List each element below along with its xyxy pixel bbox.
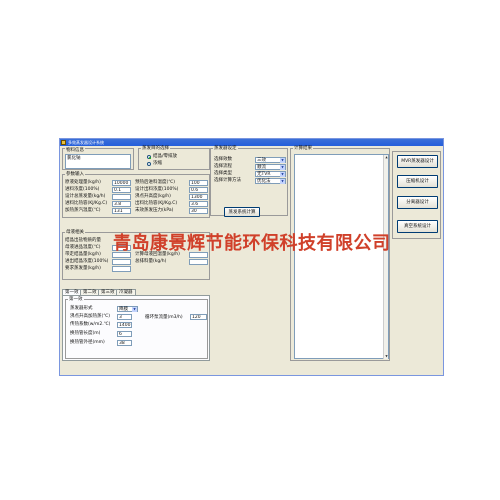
param-right-label: 设计出料浓度(100%) <box>135 187 179 192</box>
type-label: 选择类型 <box>214 171 232 176</box>
crystal-left-label: 进出结晶浓度(100%) <box>65 259 109 264</box>
param-right-input[interactable]: 0.6 <box>189 187 208 193</box>
effect1-row-label: 换热管外径(mm) <box>70 340 105 345</box>
material-value: 氯化钠 <box>67 156 81 161</box>
purpose-group: 蒸发目的选择 结晶/零排放 浓缩 <box>138 146 210 170</box>
param-right-label: 预热后进料温度(℃) <box>135 180 176 185</box>
effect1-row-label: 传热系数(w/m2.℃) <box>70 322 111 327</box>
material-group: 物料信息 氯化钠 <box>62 148 134 170</box>
effect1-row-input[interactable]: 1400 <box>117 322 132 328</box>
effect-count-label: 选择效数 <box>214 157 232 162</box>
purpose-group-label: 蒸发目的选择 <box>141 146 170 152</box>
param-left-input[interactable]: 3.8 <box>112 201 131 207</box>
flow-label: 选择流程 <box>214 164 232 169</box>
param-left-input[interactable]: 10000 <box>112 180 131 186</box>
compressor-design-button[interactable]: 压缩机设计 <box>397 175 438 188</box>
crystal-left-input[interactable] <box>112 266 131 272</box>
param-left-label: 加热蒸汽温度(℃) <box>65 208 101 213</box>
evaporator-form-label: 蒸发器形式 <box>70 306 93 311</box>
company-watermark: 青岛康景辉节能环保科技有限公司 <box>113 233 391 254</box>
vacuum-design-button[interactable]: 真空系统设计 <box>397 220 438 233</box>
param-right-input[interactable]: 100 <box>189 180 208 186</box>
param-left-input[interactable]: 0.1 <box>112 187 131 193</box>
type-select[interactable]: 无TVR ▼ <box>255 171 286 177</box>
effect1-group-label: 第一效 <box>68 297 84 303</box>
crystal-left-label: 结晶出盐物质的量 <box>65 238 101 243</box>
evaporator-settings-group: 蒸发器设定 选择效数 三效 ▼ 选择流程 顺流 ▼ 选择类型 无TVR ▼ 选择计算方… <box>210 146 288 217</box>
results-listbox[interactable]: ▲ ▼ <box>294 154 389 359</box>
scroll-down-icon[interactable]: ▼ <box>384 354 389 359</box>
effect1-row-label: 换热管长度(m) <box>70 331 101 336</box>
method-select[interactable]: 优化法 ▼ <box>255 178 286 184</box>
effect1-row-label: 沸点升高加热蒸(℃) <box>70 314 111 319</box>
crystal-left-label: 要求蒸发量(kg/h) <box>65 266 101 271</box>
param-right-input[interactable]: 1300 <box>189 194 208 200</box>
param-left-label: 进料浓度(100%) <box>65 187 100 192</box>
param-right-input[interactable]: 30 <box>189 208 208 214</box>
crystal-group-label: 母液相关 <box>65 230 85 236</box>
mvr-design-button[interactable]: MVR蒸发器设计 <box>397 155 438 168</box>
circulation-pump-input[interactable]: 120 <box>190 314 207 320</box>
chevron-down-icon: ▼ <box>280 172 285 177</box>
crystal-right-input[interactable] <box>189 259 208 265</box>
evaporator-form-select[interactable]: 降膜 ▼ <box>117 306 138 312</box>
purpose-radio-concentrate[interactable] <box>147 162 151 166</box>
param-left-label: 原液处理量(kg/h) <box>65 180 101 185</box>
circulation-pump-label: 循环泵流量(m3/h) <box>145 315 183 320</box>
param-right-label: 末效蒸发压力(kPa) <box>135 208 174 213</box>
param-left-label: 设计总蒸发量(kg/h) <box>65 194 106 199</box>
material-textbox[interactable]: 氯化钠 <box>65 154 131 169</box>
params-group-label: 参数输入 <box>65 172 85 178</box>
title-bar: 多效蒸发器设计系统 <box>60 139 443 146</box>
calc-system-button[interactable]: 蒸发系统计算 <box>224 207 260 217</box>
flow-select[interactable]: 顺流 ▼ <box>255 164 286 170</box>
chevron-down-icon: ▼ <box>132 307 137 312</box>
crystal-left-label: 带走结晶量(kg/h) <box>65 252 101 257</box>
param-left-input[interactable] <box>112 194 131 200</box>
scroll-up-icon[interactable]: ▲ <box>384 155 389 160</box>
crystal-right-label: 总排料量(kg/h) <box>135 259 167 264</box>
param-right-label: 出料比热容(KJ/Kg.C) <box>135 201 178 206</box>
param-left-label: 进料比热容(KJ/Kg.C) <box>65 201 108 206</box>
window-title: 多效蒸发器设计系统 <box>68 140 104 145</box>
effect1-row-input[interactable]: 6 <box>117 331 132 337</box>
evaporator-settings-label: 蒸发器设定 <box>213 146 238 152</box>
param-right-label: 沸点升高度(kg/h) <box>135 194 171 199</box>
effect1-group: 第一效 蒸发器形式 降膜 ▼ 沸点升高加热蒸(℃) 3 传热系数(w/m2.℃) … <box>65 297 208 359</box>
effect-count-select[interactable]: 三效 ▼ <box>255 157 286 163</box>
crystal-left-label: 母液进品温度(℃) <box>65 245 101 250</box>
chevron-down-icon: ▼ <box>280 165 285 170</box>
effect1-row-input[interactable]: 38 <box>117 340 132 346</box>
method-label: 选择计算方法 <box>214 178 241 183</box>
app-icon <box>61 140 66 145</box>
effect1-row-input[interactable]: 3 <box>117 314 132 320</box>
purpose-radio-crystal[interactable] <box>147 155 151 159</box>
separator-design-button[interactable]: 分离器设计 <box>397 196 438 209</box>
chevron-down-icon: ▼ <box>280 179 285 184</box>
param-right-input[interactable]: 3.6 <box>189 201 208 207</box>
effect1-tab-page: 第一效 蒸发器形式 降膜 ▼ 沸点升高加热蒸(℃) 3 传热系数(w/m2.℃) … <box>62 295 210 361</box>
purpose-option-crystal: 结晶/零排放 <box>153 154 178 159</box>
side-button-group: MVR蒸发器设计 压缩机设计 分离器设计 真空系统设计 <box>392 151 441 239</box>
params-group: 参数输入 原液处理量(kg/h) 10000 进料浓度(100%) 0.1 设计… <box>62 172 210 218</box>
purpose-option-concentrate: 浓缩 <box>153 161 162 166</box>
app-window: 多效蒸发器设计系统 物料信息 氯化钠 蒸发目的选择 结晶/零排放 浓缩 蒸发器设… <box>59 138 444 376</box>
results-label: 计算结果 <box>293 146 313 152</box>
chevron-down-icon: ▼ <box>280 158 285 163</box>
crystal-left-input[interactable] <box>112 259 131 265</box>
results-scrollbar[interactable]: ▲ ▼ <box>383 155 388 359</box>
param-left-input[interactable]: 131 <box>112 208 131 214</box>
